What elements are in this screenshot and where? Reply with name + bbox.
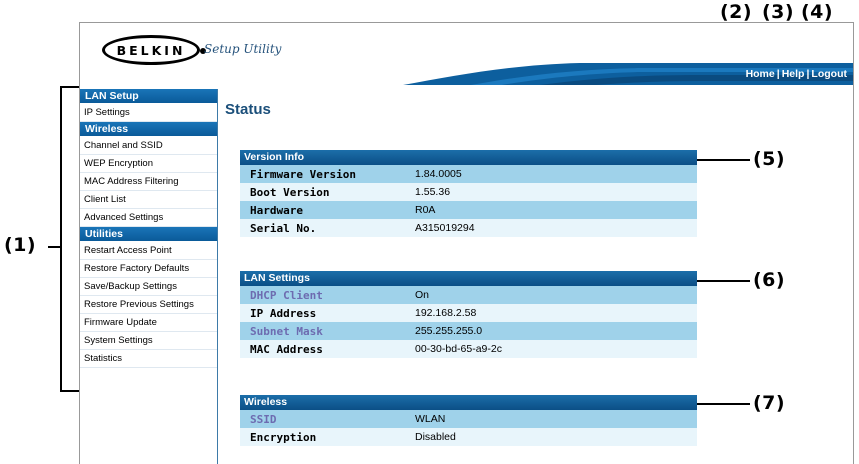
- logout-link[interactable]: Logout: [811, 68, 847, 80]
- row-value: 255.255.255.0: [415, 325, 483, 337]
- row-label: Boot Version: [250, 185, 330, 199]
- help-link[interactable]: Help: [782, 68, 805, 80]
- sidebar-item-save-backup[interactable]: Save/Backup Settings: [80, 278, 217, 296]
- sidebar-item-wep-encryption[interactable]: WEP Encryption: [80, 155, 217, 173]
- table-row: Hardware R0A: [240, 201, 697, 219]
- row-label: DHCP Client: [250, 288, 323, 302]
- belkin-logo: BELKIN: [102, 35, 206, 65]
- sidebar-item-firmware-update[interactable]: Firmware Update: [80, 314, 217, 332]
- table-row: Subnet Mask 255.255.255.0: [240, 322, 697, 340]
- callout-2: (2): [720, 1, 753, 23]
- table-row: SSID WLAN: [240, 410, 697, 428]
- row-label: Hardware: [250, 203, 303, 217]
- row-label: Firmware Version: [250, 167, 356, 181]
- sidebar-heading-lan-setup: LAN Setup: [80, 89, 217, 103]
- sidebar-item-restore-defaults[interactable]: Restore Factory Defaults: [80, 260, 217, 278]
- callout-1-bracket: [60, 86, 62, 392]
- row-value: 1.84.0005: [415, 168, 462, 180]
- lan-settings-section: LAN Settings DHCP Client On IP Address 192…: [240, 271, 697, 358]
- sidebar-item-mac-filtering[interactable]: MAC Address Filtering: [80, 173, 217, 191]
- callout-4: (4): [801, 1, 834, 23]
- table-row: Serial No. A315019294: [240, 219, 697, 237]
- sidebar-item-restart-ap[interactable]: Restart Access Point: [80, 242, 217, 260]
- sidebar-heading-utilities: Utilities: [80, 227, 217, 241]
- table-row: Encryption Disabled: [240, 428, 697, 446]
- sidebar-item-ip-settings[interactable]: IP Settings: [80, 104, 217, 122]
- row-value: 00-30-bd-65-a9-2c: [415, 343, 502, 355]
- table-row: Boot Version 1.55.36: [240, 183, 697, 201]
- row-value: WLAN: [415, 413, 446, 425]
- row-value: 1.55.36: [415, 186, 451, 198]
- table-row: Firmware Version 1.84.0005: [240, 165, 697, 183]
- callout-3: (3): [762, 1, 795, 23]
- row-label: MAC Address: [250, 342, 323, 356]
- row-value: On: [415, 289, 430, 301]
- link-separator: |: [776, 68, 780, 80]
- row-label: Subnet Mask: [250, 324, 323, 338]
- sidebar-item-system-settings[interactable]: System Settings: [80, 332, 217, 350]
- sidebar-item-statistics[interactable]: Statistics: [80, 350, 217, 368]
- table-row: MAC Address 00-30-bd-65-a9-2c: [240, 340, 697, 358]
- section-heading: Wireless: [240, 395, 697, 410]
- app-name: Setup Utility: [204, 42, 282, 56]
- row-label: Serial No.: [250, 221, 317, 235]
- callout-1-bracket-bottom: [60, 390, 80, 392]
- callout-1-bracket-top: [60, 86, 80, 88]
- row-label: SSID: [250, 412, 277, 426]
- link-separator: |: [806, 68, 810, 80]
- header: BELKIN Setup Utility Home | Help | Logout: [80, 23, 853, 85]
- brand-name: BELKIN: [116, 42, 186, 58]
- callout-1-line: [48, 246, 60, 248]
- sidebar-heading-wireless: Wireless: [80, 122, 217, 136]
- wireless-section: Wireless SSID WLAN Encryption Disabled: [240, 395, 697, 446]
- row-value: R0A: [415, 204, 436, 216]
- row-value: Disabled: [415, 431, 456, 443]
- sidebar-item-channel-ssid[interactable]: Channel and SSID: [80, 137, 217, 155]
- section-heading: LAN Settings: [240, 271, 697, 286]
- row-value: A315019294: [415, 222, 475, 234]
- section-heading: Version Info: [240, 150, 697, 165]
- row-value: 192.168.2.58: [415, 307, 477, 319]
- sidebar-item-advanced-settings[interactable]: Advanced Settings: [80, 209, 217, 227]
- row-label: Encryption: [250, 430, 317, 444]
- top-links: Home | Help | Logout: [746, 68, 847, 80]
- table-row: IP Address 192.168.2.58: [240, 304, 697, 322]
- home-link[interactable]: Home: [746, 68, 775, 80]
- sidebar-item-client-list[interactable]: Client List: [80, 191, 217, 209]
- page-title: Status: [225, 101, 271, 118]
- sidebar-nav: LAN Setup IP Settings Wireless Channel a…: [80, 89, 218, 464]
- row-label: IP Address: [250, 306, 317, 320]
- callout-1: (1): [4, 234, 37, 256]
- version-info-section: Version Info Firmware Version 1.84.0005 B…: [240, 150, 697, 237]
- table-row: DHCP Client On: [240, 286, 697, 304]
- sidebar-item-restore-previous[interactable]: Restore Previous Settings: [80, 296, 217, 314]
